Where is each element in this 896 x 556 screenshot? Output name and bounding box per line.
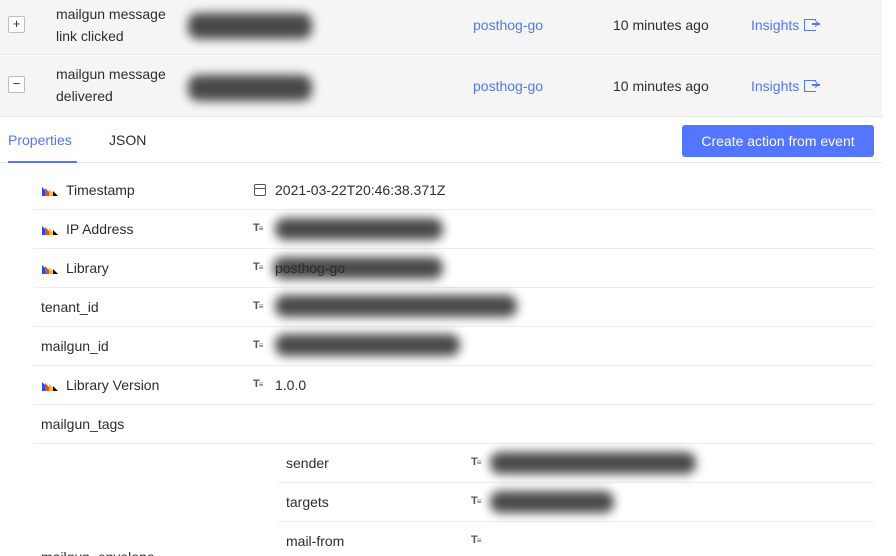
create-action-button[interactable]: Create action from event <box>682 125 874 157</box>
property-row: IP Address T≡ <box>33 210 874 279</box>
collapse-toggle[interactable]: − <box>8 76 25 93</box>
event-row[interactable]: + mailgun message link clicked posthog-g… <box>0 0 882 55</box>
event-time: 10 minutes ago <box>613 17 709 33</box>
property-row: Library Version T≡ 1.0.0 <box>33 366 874 405</box>
nested-property-key: targets <box>286 494 329 510</box>
property-key: Library Version <box>66 377 160 393</box>
event-name: mailgun message link clicked <box>56 6 166 44</box>
string-type-icon: T≡ <box>253 378 263 390</box>
property-value[interactable]: 2021-03-22T20:46:38.371Z <box>275 182 445 198</box>
posthog-logo-icon <box>42 382 58 391</box>
property-value[interactable]: posthog-go <box>275 260 345 276</box>
property-value[interactable]: 1.0.0 <box>275 377 306 393</box>
string-type-icon: T≡ <box>253 261 263 273</box>
string-type-icon: T≡ <box>253 222 263 234</box>
property-key: tenant_id <box>41 299 99 315</box>
nested-property-key: mail-from <box>286 533 345 549</box>
string-type-icon: T≡ <box>253 300 263 312</box>
redacted-value <box>275 218 443 240</box>
nested-parent-key: mailgun_envelope <box>41 549 155 556</box>
insights-label: Insights <box>751 78 800 94</box>
event-library-link[interactable]: posthog-go <box>473 78 543 94</box>
event-row[interactable]: − mailgun message delivered posthog-go 1… <box>0 56 882 117</box>
string-type-icon: T≡ <box>471 456 481 468</box>
property-key: IP Address <box>66 221 134 237</box>
expand-toggle[interactable]: + <box>8 16 25 33</box>
property-key: mailgun_tags <box>41 416 125 432</box>
tab-properties[interactable]: Properties <box>8 132 72 148</box>
external-link-icon <box>804 19 821 31</box>
posthog-logo-icon <box>42 265 58 274</box>
redacted-value <box>275 334 460 356</box>
insights-link[interactable]: Insights <box>751 17 821 33</box>
redacted-value <box>275 295 517 317</box>
redacted-value <box>490 491 614 513</box>
active-tab-indicator <box>8 161 77 163</box>
event-library-link[interactable]: posthog-go <box>473 17 543 33</box>
nested-property-key: sender <box>286 455 329 471</box>
string-type-icon: T≡ <box>253 339 263 351</box>
event-time: 10 minutes ago <box>613 78 709 94</box>
redacted-person <box>188 13 312 39</box>
tab-json[interactable]: JSON <box>109 132 146 148</box>
external-link-icon <box>804 80 821 92</box>
property-key: Library <box>66 260 109 276</box>
property-row: mailgun_tags <box>33 405 874 444</box>
calendar-icon <box>254 184 266 196</box>
insights-label: Insights <box>751 17 800 33</box>
property-row: Library T≡ posthog-go <box>33 249 874 288</box>
redacted-person <box>188 75 312 101</box>
event-name: mailgun message delivered <box>56 66 166 104</box>
posthog-logo-icon <box>42 226 58 235</box>
nested-object: sender T≡ targets T≡ mail-from T≡ mailgu… <box>33 444 874 556</box>
nested-property-row: mail-from T≡ <box>278 522 874 556</box>
posthog-logo-icon <box>42 187 58 196</box>
property-key: Timestamp <box>66 182 135 198</box>
redacted-value <box>490 452 696 474</box>
insights-link[interactable]: Insights <box>751 78 821 94</box>
string-type-icon: T≡ <box>471 495 481 507</box>
string-type-icon: T≡ <box>471 534 481 546</box>
property-key: mailgun_id <box>41 338 109 354</box>
property-row: Timestamp 2021-03-22T20:46:38.371Z <box>33 171 874 210</box>
